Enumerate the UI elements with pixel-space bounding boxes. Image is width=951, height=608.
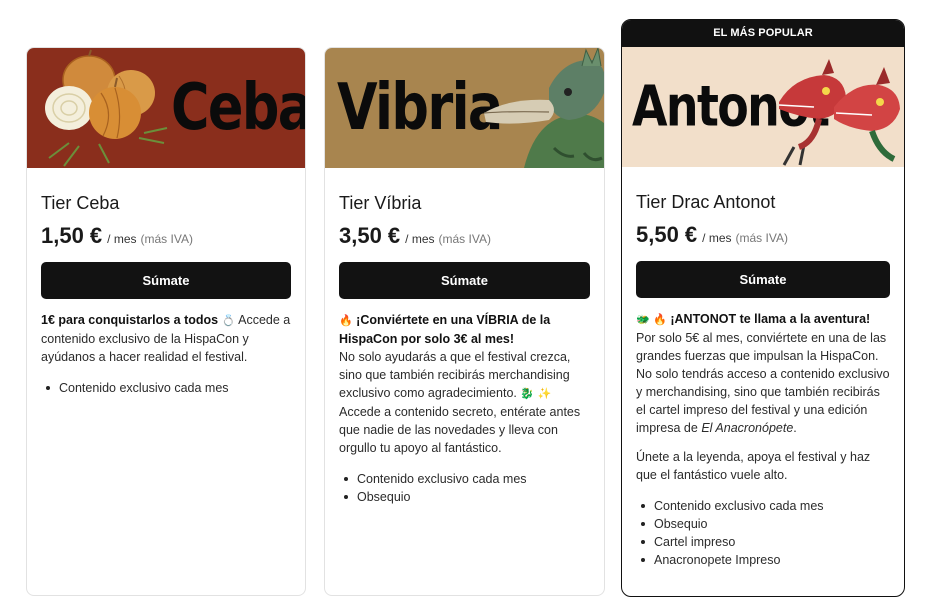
dragon-sparkles-icon: 🐉 ✨ [520, 387, 552, 400]
banner-title: Ceba [171, 71, 305, 145]
benefit-list: Contenido exclusivo cada mes [41, 379, 291, 397]
tier-card-vibria: Vibria Tier Víbria 3,50 € / mes (más IVA… [324, 47, 605, 596]
join-button[interactable]: Súmate [636, 261, 890, 298]
vat-note: (más IVA) [140, 232, 193, 246]
benefit-list: Contenido exclusivo cada mes Obsequio Ca… [636, 497, 890, 569]
benefit-item: Anacronopete Impreso [636, 551, 890, 569]
price-row: 1,50 € / mes (más IVA) [41, 223, 291, 249]
desc-text: Accede a contenido secreto, entérate ant… [339, 405, 581, 455]
ring-icon: 💍 [221, 314, 236, 327]
price: 3,50 € [339, 223, 401, 248]
desc-text: Únete a la leyenda, apoya el festival y … [636, 450, 871, 482]
price-period: / mes [107, 232, 137, 246]
tier-description: 🔥 ¡Conviértete en una VÍBRIA de la Hispa… [339, 311, 590, 457]
benefit-item: Cartel impreso [636, 533, 890, 551]
benefit-item: Contenido exclusivo cada mes [41, 379, 291, 397]
dodo-creature-illustration [483, 48, 604, 168]
tier-name: Tier Ceba [41, 193, 120, 213]
price-row: 3,50 € / mes (más IVA) [339, 223, 590, 249]
tier-name: Tier Drac Antonot [636, 192, 776, 212]
benefit-item: Obsequio [339, 488, 590, 506]
join-button[interactable]: Súmate [339, 262, 590, 299]
tier-banner-vibria: Vibria [325, 48, 604, 168]
tier-banner-antonot: Antonot [622, 47, 904, 167]
tier-name: Tier Víbria [339, 193, 422, 213]
price-period: / mes [702, 231, 732, 245]
join-button[interactable]: Súmate [41, 262, 291, 299]
dragon-fire-icon: 🐲 🔥 [636, 313, 667, 326]
desc-text: Por solo 5€ al mes, conviértete en una d… [636, 331, 890, 435]
vat-note: (más IVA) [438, 232, 491, 246]
tier-description: 1€ para conquistarlos a todos 💍 Accede a… [41, 311, 291, 366]
tier-card-ceba: Ceba Tier Ceba 1,50 € / mes (más IVA) Sú… [26, 47, 306, 596]
price-row: 5,50 € / mes (más IVA) [636, 222, 890, 248]
dragons-illustration [778, 59, 900, 166]
benefit-list: Contenido exclusivo cada mes Obsequio [339, 470, 590, 506]
benefit-item: Contenido exclusivo cada mes [636, 497, 890, 515]
tier-banner-ceba: Ceba [27, 48, 305, 168]
price: 5,50 € [636, 222, 698, 247]
desc-highlight: ¡ANTONOT te llama a la aventura! [666, 312, 871, 326]
vat-note: (más IVA) [735, 231, 788, 245]
benefit-item: Contenido exclusivo cada mes [339, 470, 590, 488]
desc-text-end: . [793, 421, 797, 435]
desc-highlight: 1€ para conquistarlos a todos [41, 313, 219, 327]
price: 1,50 € [41, 223, 103, 248]
onions-illustration [45, 49, 168, 167]
benefit-item: Obsequio [636, 515, 890, 533]
tier-description: 🐲 🔥 ¡ANTONOT te llama a la aventura! Por … [636, 310, 890, 484]
desc-highlight: ¡Conviértete en una VÍBRIA de la HispaCo… [339, 313, 551, 346]
book-title: El Anacronópete [701, 421, 794, 435]
most-popular-badge: EL MÁS POPULAR [622, 20, 904, 47]
fire-icon: 🔥 [339, 314, 353, 327]
tier-card-antonot: EL MÁS POPULAR Antonot Tier Drac Antonot… [621, 19, 905, 597]
price-period: / mes [405, 232, 435, 246]
